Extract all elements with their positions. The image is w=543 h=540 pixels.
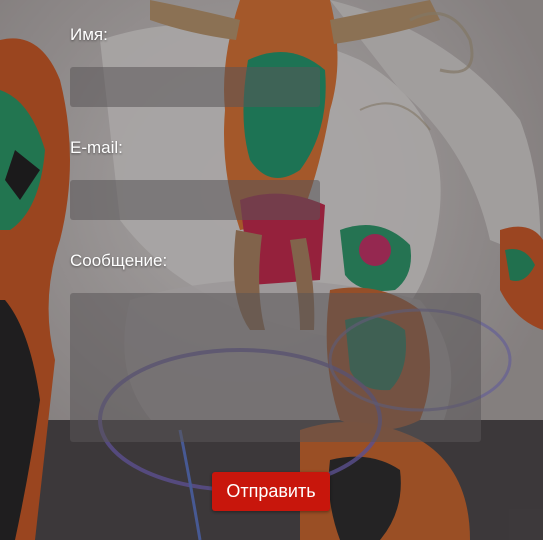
- message-label: Сообщение:: [70, 251, 168, 270]
- email-label: E-mail:: [70, 138, 123, 157]
- submit-button[interactable]: Отправить: [212, 472, 330, 511]
- contact-form: Имя: E-mail: Сообщение: Отправить: [0, 0, 543, 540]
- message-textarea[interactable]: [70, 293, 481, 442]
- name-label: Имя:: [70, 25, 108, 44]
- email-input[interactable]: [70, 180, 320, 220]
- name-input[interactable]: [70, 67, 320, 107]
